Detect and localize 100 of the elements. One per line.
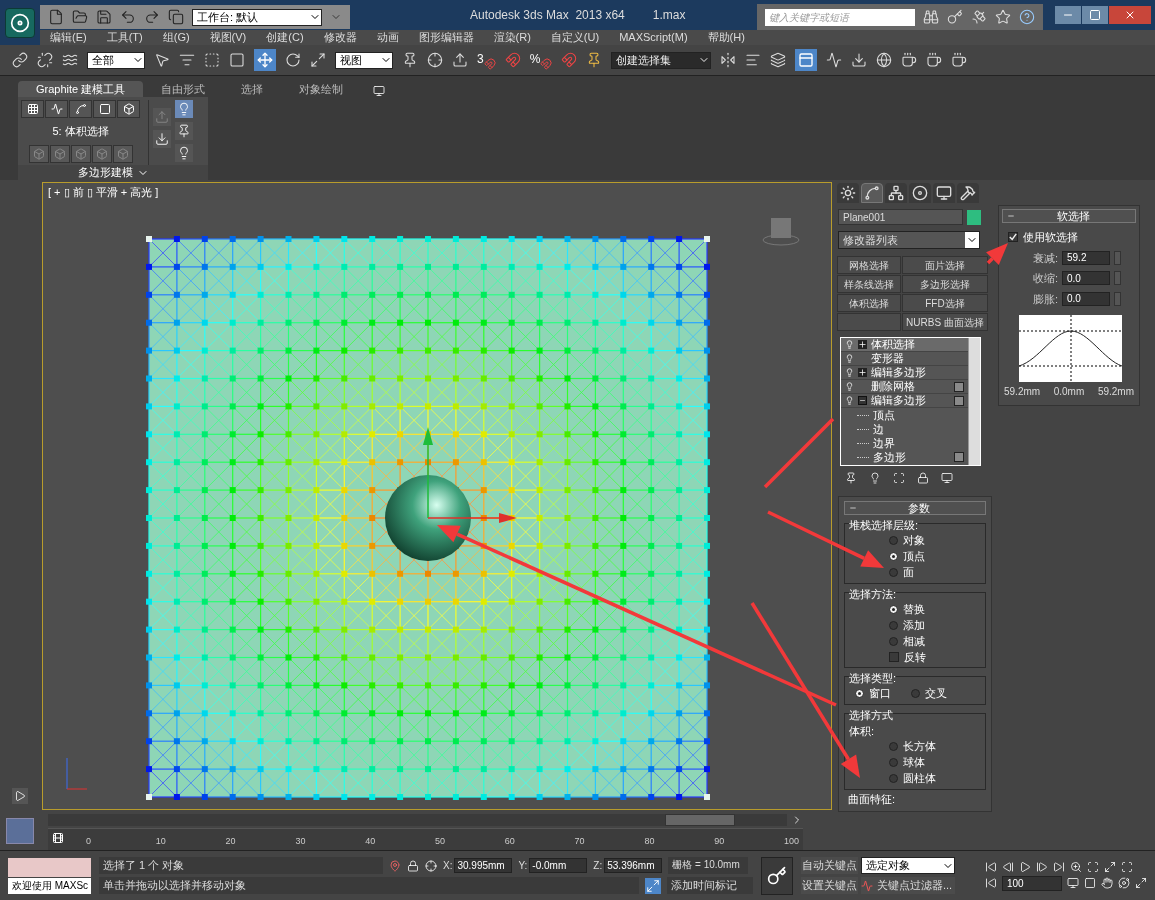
modifier-list-dropdown[interactable]: 修改器列表 — [838, 231, 980, 249]
maximize-button[interactable] — [1082, 6, 1108, 24]
set-key-button[interactable]: 设置关键点 — [801, 877, 858, 894]
menu-item[interactable]: 视图(V) — [199, 29, 257, 46]
unlink-icon[interactable] — [37, 52, 53, 68]
listener-input[interactable] — [8, 857, 91, 877]
key-mode-dropdown[interactable]: 选定对象 — [861, 857, 955, 874]
ribbon-tab[interactable]: 选择 — [223, 81, 282, 97]
time-ruler[interactable]: 0 10 20 30 40 50 60 70 80 90 100 — [48, 828, 803, 850]
subobject-icon[interactable] — [21, 100, 44, 118]
checkbox[interactable] — [1008, 232, 1018, 243]
new-file-icon[interactable] — [48, 9, 64, 25]
menu-item[interactable]: 编辑(E) — [40, 29, 97, 46]
download-icon[interactable] — [851, 52, 868, 68]
pin-icon[interactable] — [175, 122, 193, 140]
workspace-dropdown[interactable]: 工作台: 默认 — [192, 8, 322, 26]
ribbon-tab[interactable]: 对象绘制 — [281, 81, 362, 97]
time-slider-thumb[interactable] — [665, 814, 736, 826]
pin-icon[interactable] — [402, 52, 418, 68]
checkbox[interactable] — [889, 652, 899, 663]
radio-button[interactable] — [889, 742, 898, 752]
rotate-icon[interactable] — [285, 52, 301, 68]
ribbon-tab[interactable]: Graphite 建模工具 — [18, 81, 144, 97]
auto-key-button[interactable]: 自动关键点 — [801, 857, 858, 874]
teapot-icon[interactable] — [926, 52, 943, 68]
folder-icon[interactable] — [72, 9, 88, 25]
stack-item[interactable]: 删除网格 — [841, 380, 968, 394]
isolate-icon[interactable] — [389, 859, 401, 872]
go-to-start-icon[interactable] — [985, 860, 997, 873]
frame-field[interactable]: 100 — [1002, 875, 1062, 891]
reference-coordinate-dropdown[interactable]: 视图 — [335, 51, 393, 69]
listener-output[interactable]: 欢迎使用 MAXSc — [8, 877, 91, 894]
help-icon[interactable] — [1019, 9, 1035, 25]
satellite-icon[interactable] — [971, 9, 987, 25]
modifier-button[interactable]: 多边形选择 — [902, 275, 988, 293]
subobject-icon[interactable] — [117, 100, 140, 118]
link-icon[interactable] — [12, 52, 28, 68]
mirror-icon[interactable] — [720, 52, 737, 68]
collapse-icon[interactable] — [858, 396, 867, 405]
menu-item[interactable]: 工具(T) — [96, 29, 153, 46]
spinner-field[interactable]: 59.2 — [1062, 250, 1110, 265]
stack-item[interactable]: 体积选择 — [841, 338, 968, 352]
lock-icon[interactable] — [407, 859, 419, 872]
coordinate-field[interactable]: 53.396mm — [604, 858, 663, 873]
hierarchy-icon[interactable] — [885, 183, 907, 203]
zoom-extents-icon[interactable] — [1104, 860, 1116, 873]
monitor-icon[interactable] — [933, 183, 955, 203]
named-selection-dropdown[interactable]: 创建选择集 — [611, 51, 712, 69]
percent-snap-toggle[interactable]: % — [529, 50, 553, 70]
key-icon[interactable] — [947, 9, 963, 25]
radio-button[interactable] — [889, 604, 898, 614]
lightbulb-icon[interactable] — [845, 354, 854, 363]
subobject-icon[interactable] — [45, 100, 68, 118]
stack-item[interactable]: 变形器 — [841, 352, 968, 366]
menu-item[interactable]: 修改器 — [313, 29, 367, 46]
transform-mode-icon[interactable] — [425, 859, 437, 872]
spinner-field[interactable]: 0.0 — [1062, 271, 1110, 286]
modifier-button[interactable]: NURBS 曲面选择 — [902, 313, 988, 331]
ribbon-tab[interactable]: 自由形式 — [143, 81, 224, 97]
globe-icon[interactable] — [876, 52, 893, 68]
magnet-icon[interactable] — [504, 52, 521, 68]
pin-icon[interactable] — [845, 472, 857, 485]
list-icon[interactable] — [179, 52, 195, 68]
crosshair-icon[interactable] — [427, 52, 443, 68]
go-to-end-icon[interactable] — [1053, 860, 1065, 873]
radio-button[interactable] — [911, 689, 920, 699]
stack-item[interactable]: 编辑多边形 — [841, 394, 968, 408]
panel-icon[interactable] — [795, 49, 818, 71]
set-key-icon[interactable] — [761, 856, 793, 895]
curve-icon[interactable] — [861, 183, 883, 203]
redo-icon[interactable] — [144, 9, 160, 25]
subobject-icon[interactable] — [93, 100, 116, 118]
menu-item[interactable]: MAXScript(M) — [609, 29, 698, 46]
radio-button[interactable] — [889, 758, 898, 768]
pan-icon[interactable] — [1101, 877, 1113, 889]
scale-icon[interactable] — [310, 52, 326, 68]
key-filters-button[interactable]: 关键点过滤器... — [861, 877, 955, 894]
layers-icon[interactable] — [770, 52, 787, 68]
toggle-box[interactable] — [954, 381, 964, 392]
teapot-icon[interactable] — [901, 52, 918, 68]
radio-button[interactable] — [855, 689, 864, 699]
expand-icon[interactable] — [858, 340, 867, 349]
time-slider-track[interactable] — [48, 814, 787, 826]
magnet-icon[interactable] — [561, 52, 578, 68]
next-key-icon[interactable] — [1036, 860, 1048, 873]
lightbulb-icon[interactable] — [845, 368, 854, 377]
viewport-label[interactable]: [ + ▯ 前 ▯ 平滑 + 高光 ] — [48, 184, 159, 201]
radio-button[interactable] — [889, 620, 898, 630]
subobject-icon[interactable] — [69, 100, 92, 118]
teapot-icon[interactable] — [951, 52, 968, 68]
color-swatch[interactable] — [967, 209, 981, 225]
play-icon[interactable] — [12, 788, 28, 804]
menu-item[interactable]: 图形编辑器 — [408, 29, 484, 46]
radio-button[interactable] — [889, 568, 898, 578]
coordinate-field[interactable]: 30.995mm — [454, 858, 513, 873]
show-result-icon[interactable] — [175, 100, 193, 118]
zoom-icon[interactable] — [1070, 860, 1082, 873]
orbit-icon[interactable] — [1118, 877, 1130, 889]
selection-filter-dropdown[interactable]: 全部 — [87, 51, 145, 69]
show-end-result-icon[interactable] — [869, 472, 881, 485]
